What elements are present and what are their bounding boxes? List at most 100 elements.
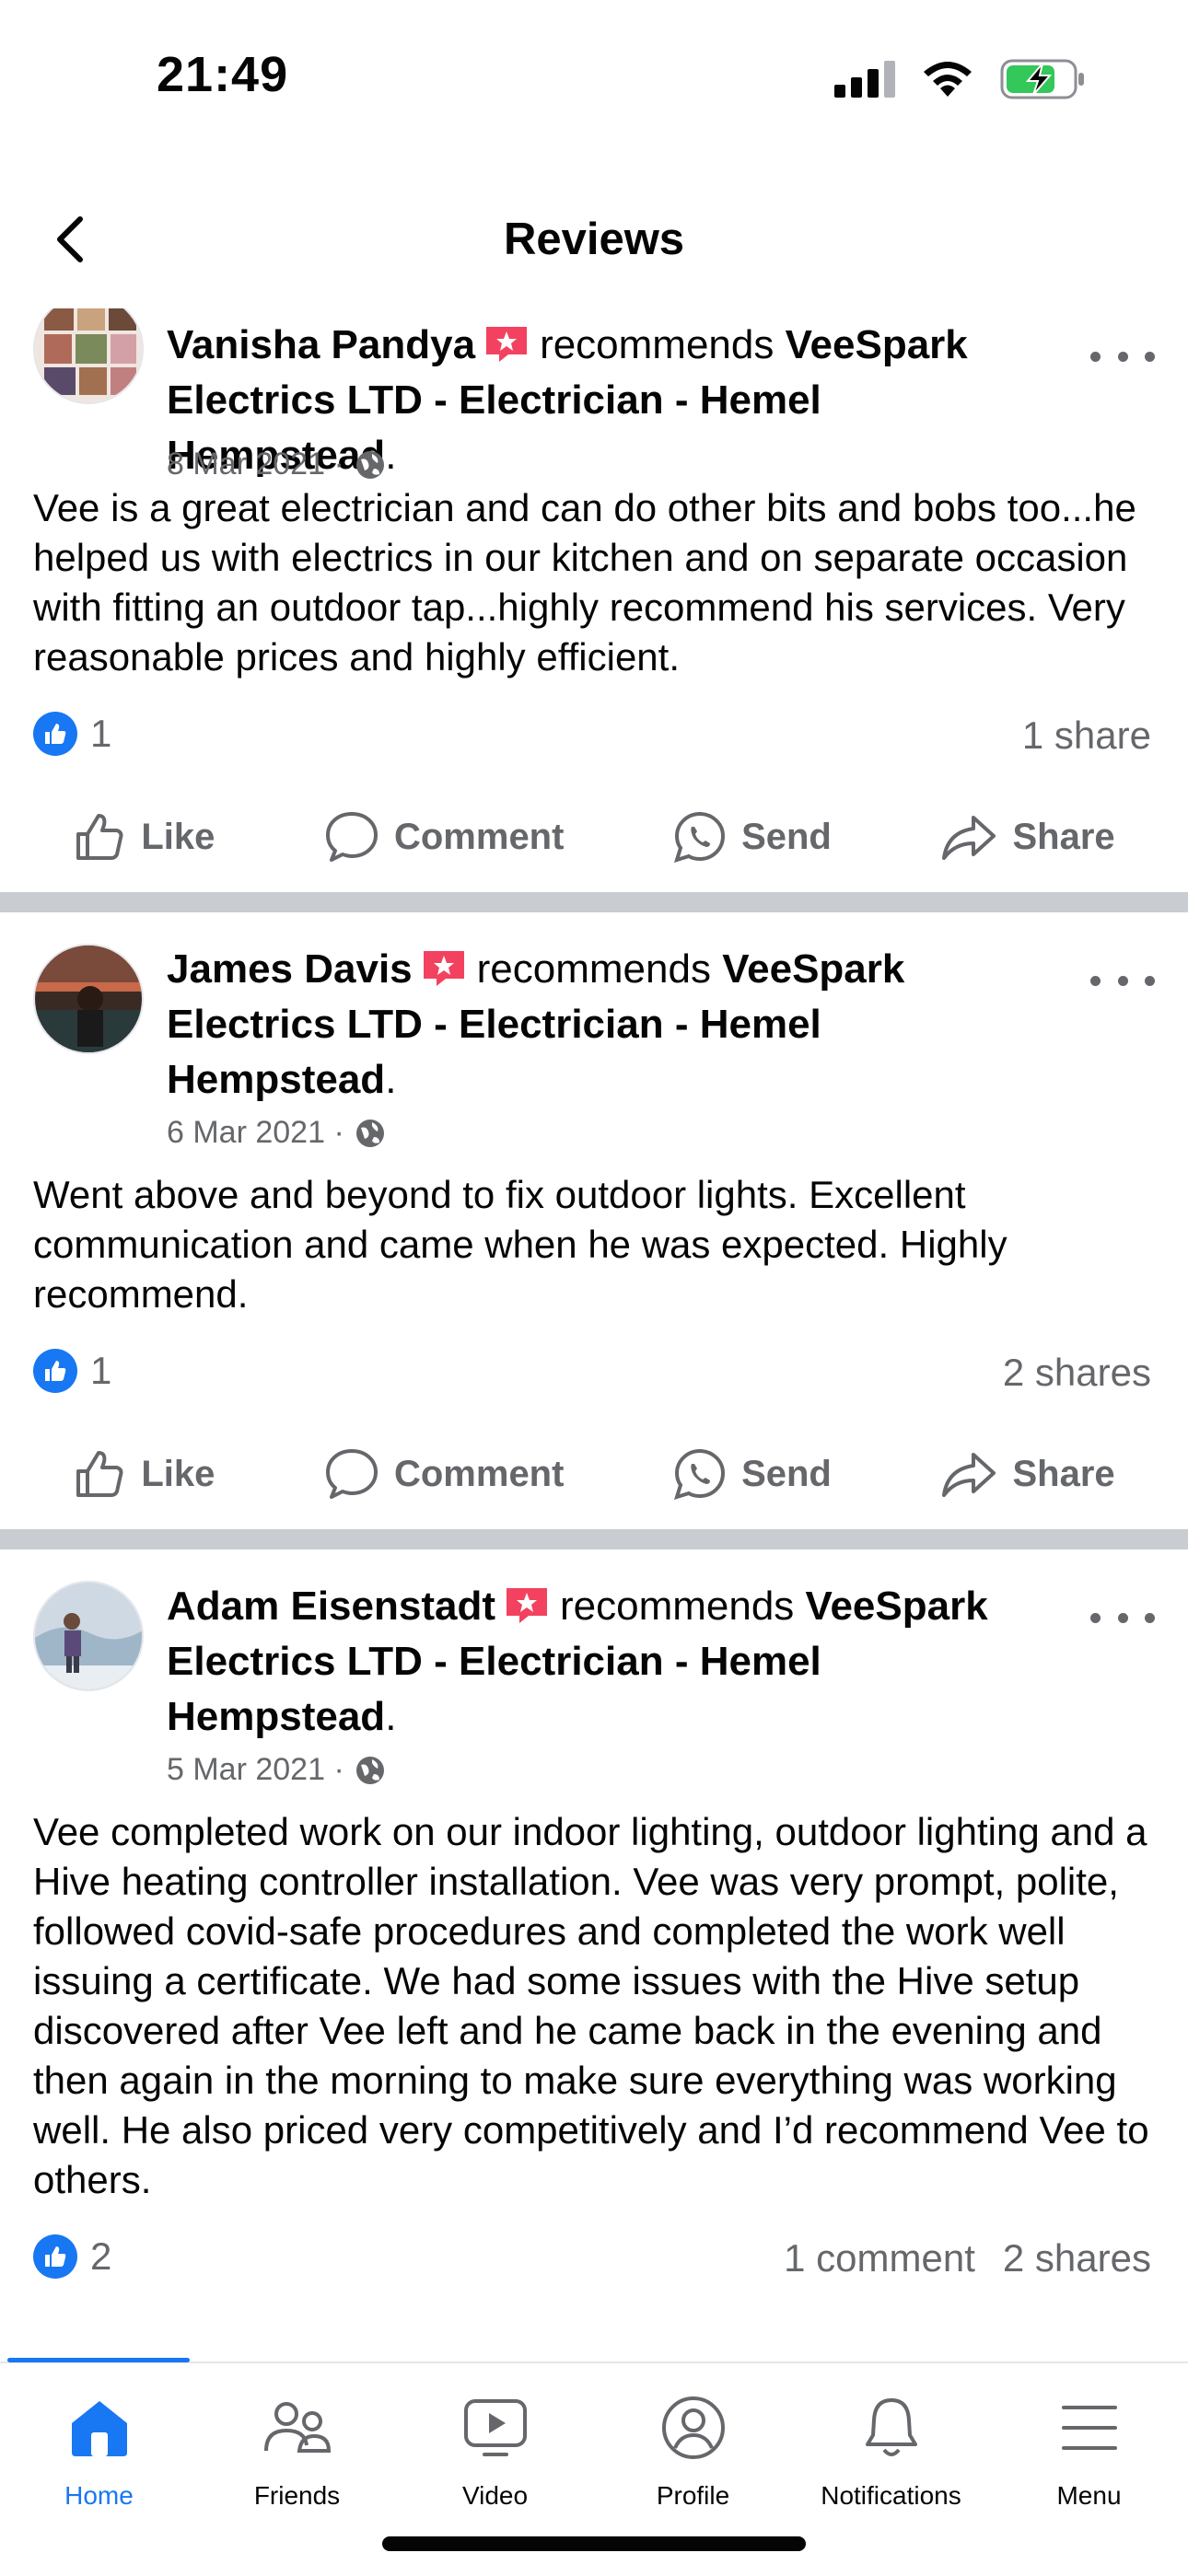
post-header-text: James Davis recommends VeeSpark Electrics… (167, 942, 1051, 1108)
like-count[interactable]: 1 (33, 712, 111, 756)
comment-label: Comment (393, 1453, 565, 1494)
profile-icon (660, 2391, 727, 2465)
globe-icon (355, 1756, 384, 1784)
like-count-value: 1 (90, 1349, 112, 1392)
like-label: Like (141, 816, 215, 857)
whatsapp-icon (674, 811, 726, 864)
like-count-value: 1 (90, 712, 112, 755)
comment-count[interactable]: 1 comment (784, 2236, 975, 2280)
like-button[interactable]: Like (73, 810, 215, 864)
recommends-label: recommends (476, 946, 711, 992)
page-title: Reviews (503, 215, 685, 264)
status-time: 21:49 (157, 47, 289, 102)
recommendation-badge-icon (423, 951, 464, 986)
tab-label: Friends (253, 2481, 341, 2510)
tab-menu[interactable]: Menu (990, 2391, 1188, 2529)
tab-home[interactable]: Home (0, 2391, 198, 2529)
avatar[interactable] (33, 944, 144, 1054)
post-header-text: Adam Eisenstadt recommends VeeSpark Elect… (167, 1579, 1051, 1745)
home-indicator[interactable] (382, 2536, 806, 2551)
like-reaction-icon (33, 2234, 77, 2279)
post-date[interactable]: 6 Mar 2021 · (167, 1115, 344, 1151)
engagement-counts: 1 share (1022, 714, 1151, 758)
author-name[interactable]: Vanisha Pandya (167, 322, 475, 367)
author-name[interactable]: James Davis (167, 946, 413, 992)
author-name[interactable]: Adam Eisenstadt (167, 1584, 495, 1629)
post-date[interactable]: 8 Mar 2021 · (167, 447, 344, 482)
active-tab-indicator (7, 2358, 190, 2362)
wifi-icon (924, 62, 972, 97)
status-icons (834, 59, 1087, 99)
comment-icon (325, 1449, 378, 1499)
page-suffix: . (385, 1694, 397, 1739)
recommends-label: recommends (540, 322, 775, 367)
post-meta: 6 Mar 2021 · (167, 1115, 387, 1151)
dot (1117, 351, 1128, 362)
avatar[interactable] (33, 1581, 144, 1691)
home-icon (66, 2391, 133, 2465)
signal-icon (834, 61, 895, 98)
reviews-feed[interactable]: Vanisha Pandya recommends VeeSpark Electr… (0, 308, 1188, 2361)
share-button[interactable]: Share (940, 812, 1115, 862)
tab-label: Profile (656, 2481, 730, 2510)
like-count-value: 2 (90, 2234, 112, 2278)
tab-profile[interactable]: Profile (594, 2391, 792, 2529)
share-button[interactable]: Share (940, 1449, 1115, 1499)
like-reaction-icon (33, 712, 77, 756)
globe-icon (355, 1119, 384, 1147)
status-bar: 21:49 (0, 0, 1188, 157)
share-count[interactable]: 2 shares (1003, 1351, 1151, 1395)
review-text: Vee completed work on our indoor lightin… (33, 1810, 1149, 2201)
recommendation-badge-icon (486, 327, 528, 362)
tab-notifications[interactable]: Notifications (792, 2391, 990, 2529)
globe-icon (355, 450, 384, 479)
battery-charging-icon (1000, 59, 1084, 99)
tab-label: Video (461, 2481, 529, 2510)
post-header: Adam Eisenstadt recommends VeeSpark Elect… (0, 1549, 1188, 1807)
dot (1117, 1612, 1128, 1623)
review-text: Went above and beyond to fix outdoor lig… (33, 1173, 1007, 1316)
more-options-button[interactable] (1090, 338, 1155, 375)
review-post: James Davis recommends VeeSpark Electrics… (0, 912, 1188, 1529)
post-stats: 2 1 comment 2 shares (0, 2212, 1188, 2304)
send-button[interactable]: Send (673, 1447, 832, 1501)
recommends-label: recommends (559, 1584, 795, 1629)
post-divider (0, 892, 1188, 912)
dot (1145, 1612, 1155, 1623)
thumbs-up-icon (76, 1451, 123, 1497)
review-text: Vee is a great electrician and can do ot… (33, 486, 1136, 679)
share-count[interactable]: 2 shares (1003, 2236, 1151, 2280)
comment-icon (325, 812, 378, 862)
send-button[interactable]: Send (673, 810, 832, 864)
like-count[interactable]: 2 (33, 2234, 111, 2279)
share-arrow-icon (942, 816, 996, 860)
engagement-counts: 2 shares (1003, 1351, 1151, 1395)
like-count[interactable]: 1 (33, 1349, 111, 1393)
share-label: Share (1012, 816, 1115, 857)
menu-icon (1060, 2391, 1119, 2465)
more-options-button[interactable] (1090, 962, 1155, 999)
send-label: Send (741, 1453, 832, 1494)
tab-label: Menu (1056, 2481, 1122, 2510)
page-suffix: . (385, 433, 397, 478)
tab-video[interactable]: Video (396, 2391, 594, 2529)
comment-label: Comment (393, 816, 565, 857)
comment-button[interactable]: Comment (324, 810, 564, 864)
share-count[interactable]: 1 share (1022, 714, 1151, 758)
bell-icon (862, 2391, 921, 2465)
review-post: Adam Eisenstadt recommends VeeSpark Elect… (0, 1549, 1188, 2304)
dot (1145, 351, 1155, 362)
post-divider (0, 1529, 1188, 1549)
post-actions: Like Comment Send Share (0, 782, 1188, 892)
avatar[interactable] (33, 308, 144, 404)
tab-label: Home (64, 2481, 134, 2510)
post-stats: 1 1 share (0, 690, 1188, 782)
comment-button[interactable]: Comment (324, 1447, 564, 1501)
post-stats: 1 2 shares (0, 1327, 1188, 1419)
post-date[interactable]: 5 Mar 2021 · (167, 1752, 344, 1788)
more-options-button[interactable] (1090, 1599, 1155, 1636)
tab-friends[interactable]: Friends (198, 2391, 396, 2529)
like-button[interactable]: Like (73, 1447, 215, 1501)
nav-bar: Reviews (0, 180, 1188, 310)
thumbs-up-icon (76, 814, 123, 860)
